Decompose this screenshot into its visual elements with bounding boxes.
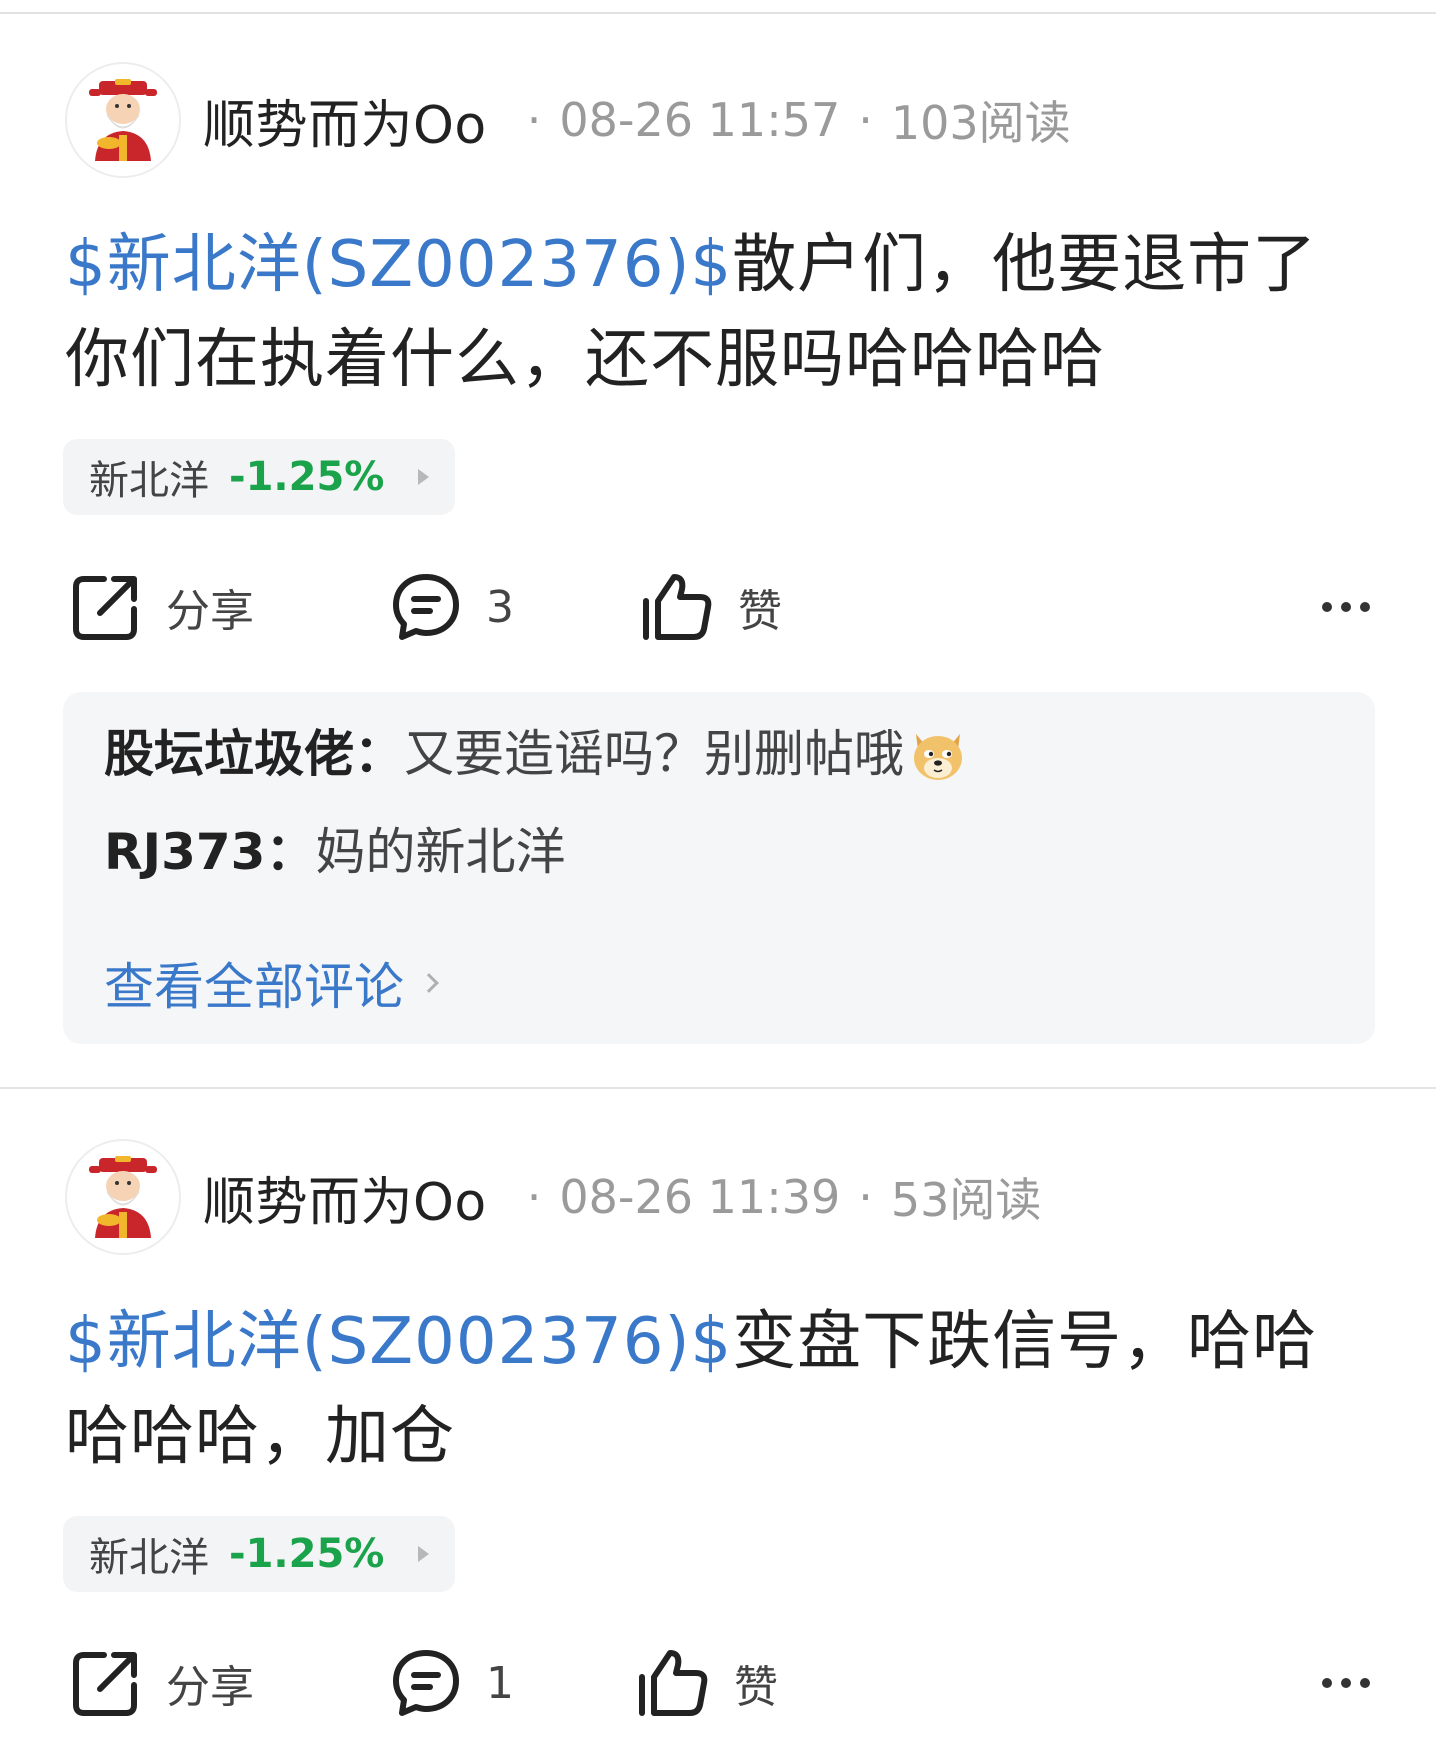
- read-count: 103阅读: [890, 96, 1071, 150]
- post-body[interactable]: $新北洋(SZ002376)$变盘下跌信号，哈哈 哈哈哈，加仓: [65, 1295, 1365, 1485]
- stock-quote-chip[interactable]: 新北洋 -1.25%: [63, 1516, 456, 1592]
- share-button[interactable]: 分享: [70, 1643, 254, 1723]
- post-time: 08-26 11:57: [559, 93, 841, 147]
- post-header: 顺势而为Oo · 08-26 11:57 · 103阅读: [65, 60, 1071, 180]
- comment-button[interactable]: 3: [390, 567, 514, 647]
- like-label: 赞: [738, 586, 782, 637]
- comment-text: 妈的新北洋: [315, 823, 566, 881]
- comment-user[interactable]: RJ373: [104, 822, 265, 882]
- author-name[interactable]: 顺势而为Oo: [203, 1160, 487, 1235]
- post-body[interactable]: $新北洋(SZ002376)$散户们，他要退市了 你们在执着什么，还不服吗哈哈哈…: [65, 218, 1365, 408]
- more-icon[interactable]: [1322, 1643, 1370, 1723]
- action-bar: 分享 1 赞: [0, 1643, 1436, 1723]
- stock-tag-link[interactable]: $新北洋(SZ002376)$: [65, 228, 732, 302]
- top-divider: [0, 12, 1436, 14]
- post-text-line1: 变盘下跌信号，哈哈: [732, 1305, 1318, 1379]
- meta-separator: ·: [858, 93, 873, 147]
- comment-item[interactable]: RJ373：妈的新北洋: [104, 822, 565, 882]
- thumbs-up-icon: [639, 1650, 708, 1716]
- post-time: 08-26 11:39: [559, 1170, 841, 1224]
- avatar[interactable]: [65, 62, 181, 178]
- comment-count: 1: [486, 1657, 514, 1709]
- like-button[interactable]: 赞: [640, 567, 782, 647]
- comment-icon: [393, 1650, 459, 1716]
- comment-text: 又要造谣吗？别删帖哦: [404, 725, 904, 783]
- share-button[interactable]: 分享: [70, 567, 254, 647]
- read-count: 53阅读: [890, 1173, 1042, 1227]
- view-all-comments-link[interactable]: 查看全部评论: [104, 947, 439, 1019]
- chip-stock-name: 新北洋: [89, 458, 209, 504]
- comment-colon: ：: [354, 725, 404, 783]
- like-button[interactable]: 赞: [636, 1643, 778, 1723]
- chip-price-change: -1.25%: [229, 454, 385, 500]
- comment-preview-box[interactable]: 股坛垃圾佬：又要造谣吗？别删帖哦 RJ373：妈的新北洋 查看全部评论: [63, 692, 1375, 1044]
- chip-arrow-icon: [418, 469, 430, 485]
- post-meta: · 08-26 11:39 · 53阅读: [509, 1164, 1042, 1230]
- post-divider: [0, 1087, 1436, 1089]
- comment-icon: [393, 574, 459, 640]
- share-label: 分享: [166, 1662, 254, 1713]
- doge-emoji-icon: [914, 734, 962, 780]
- thumbs-up-icon: [643, 574, 712, 640]
- chip-stock-name: 新北洋: [89, 1535, 209, 1581]
- share-icon: [73, 1652, 137, 1716]
- meta-separator: ·: [526, 93, 542, 147]
- share-label: 分享: [166, 586, 254, 637]
- post-text-line1: 散户们，他要退市了: [732, 228, 1318, 302]
- avatar-caishen-icon: [89, 1156, 157, 1238]
- stock-tag-link[interactable]: $新北洋(SZ002376)$: [65, 1305, 732, 1379]
- comment-colon: ：: [265, 823, 316, 881]
- comment-item[interactable]: 股坛垃圾佬：又要造谣吗？别删帖哦: [104, 724, 968, 784]
- post-header: 顺势而为Oo · 08-26 11:39 · 53阅读: [65, 1137, 1041, 1257]
- like-label: 赞: [734, 1662, 778, 1713]
- post-text-line2: 你们在执着什么，还不服吗哈哈哈哈: [65, 323, 1105, 397]
- meta-separator: ·: [858, 1170, 873, 1224]
- comment-button[interactable]: 1: [390, 1643, 514, 1723]
- chip-price-change: -1.25%: [229, 1531, 385, 1577]
- meta-separator: ·: [526, 1170, 542, 1224]
- comment-user[interactable]: 股坛垃圾佬: [104, 724, 354, 784]
- action-bar: 分享 3 赞: [0, 567, 1436, 647]
- post-text-line2: 哈哈哈，加仓: [65, 1400, 455, 1474]
- post-meta: · 08-26 11:57 · 103阅读: [509, 87, 1071, 153]
- author-name[interactable]: 顺势而为Oo: [203, 83, 487, 158]
- chip-arrow-icon: [418, 1546, 430, 1562]
- view-all-label: 查看全部评论: [104, 958, 404, 1016]
- share-icon: [73, 576, 137, 640]
- chevron-right-icon: [419, 973, 439, 993]
- avatar-caishen-icon: [89, 79, 157, 161]
- stock-quote-chip[interactable]: 新北洋 -1.25%: [63, 439, 456, 515]
- more-icon[interactable]: [1322, 567, 1370, 647]
- comment-count: 3: [486, 581, 514, 633]
- avatar[interactable]: [65, 1139, 181, 1255]
